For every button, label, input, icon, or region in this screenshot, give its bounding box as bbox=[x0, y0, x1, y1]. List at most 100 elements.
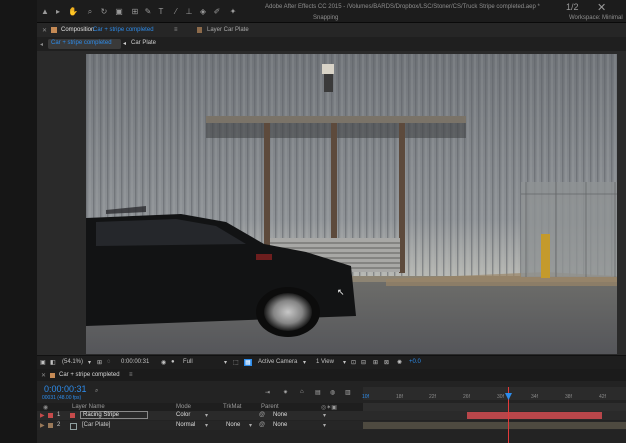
frame-blending-icon[interactable]: ▤ bbox=[315, 389, 321, 396]
lock-icon[interactable]: ◂ bbox=[40, 41, 43, 48]
layer-name[interactable]: [Car Plate] bbox=[82, 422, 110, 428]
parent-header: Parent bbox=[261, 404, 279, 410]
brush-tool-icon[interactable]: ⁄ bbox=[172, 8, 180, 16]
fast-preview-icon[interactable]: ⊟ bbox=[361, 359, 366, 366]
pixel-aspect-icon[interactable]: ⊡ bbox=[351, 359, 356, 366]
layer-tab[interactable]: Layer Car Plate bbox=[207, 27, 249, 33]
camera-select[interactable]: Active Camera bbox=[258, 359, 297, 365]
layer-bar[interactable] bbox=[467, 412, 602, 419]
chevron-down-icon[interactable]: ▾ bbox=[323, 422, 326, 429]
rotate-tool-icon[interactable]: ↻ bbox=[100, 8, 108, 16]
expand-icon[interactable]: ▶ bbox=[40, 422, 45, 429]
table-row[interactable]: ▶ 2 [Car Plate] Normal ▾ None ▾ @ None ▾ bbox=[37, 421, 626, 430]
always-preview-icon[interactable]: ▣ bbox=[40, 359, 46, 366]
panel-tab-bar: ✕ Composition Car + stripe completed ≡ L… bbox=[37, 23, 626, 37]
color-channel-icon[interactable]: ● bbox=[171, 359, 175, 365]
app-toolbar: ▲ ▸ ✋ ⌕ ↻ ▣ ⊞ ✎ T ⁄ ⊥ ◈ ✐ ✦ Adobe After … bbox=[37, 0, 626, 23]
ruler-start: 10f bbox=[362, 394, 369, 400]
chevron-down-icon[interactable]: ▾ bbox=[224, 359, 227, 366]
mask-icon[interactable]: ◌ bbox=[107, 359, 111, 365]
chevron-down-icon[interactable]: ▾ bbox=[88, 359, 91, 366]
exposure-value[interactable]: +0.0 bbox=[409, 359, 421, 365]
current-time[interactable]: 0:00:00:31 bbox=[121, 359, 149, 365]
workspace-select[interactable]: Minimal bbox=[602, 15, 623, 21]
layer-mode[interactable]: Normal bbox=[176, 422, 195, 428]
solid-layer-icon bbox=[70, 413, 75, 418]
region-icon[interactable]: ◧ bbox=[50, 359, 56, 366]
hand-tool-icon[interactable]: ✋ bbox=[68, 8, 78, 16]
chevron-down-icon[interactable]: ▾ bbox=[205, 412, 208, 419]
timeline-tab[interactable]: Car + stripe completed bbox=[59, 372, 120, 378]
comp-mini-flowchart-icon[interactable]: ⇥ bbox=[265, 389, 270, 396]
chevron-down-icon[interactable]: ▾ bbox=[205, 422, 208, 429]
region-of-interest-icon[interactable]: ⬚ bbox=[233, 359, 239, 366]
layer-name[interactable]: Racing Stripe bbox=[80, 411, 148, 419]
chevron-down-icon[interactable]: ▾ bbox=[249, 422, 252, 429]
composition-frame[interactable]: ↖ bbox=[86, 54, 617, 354]
zoom-select[interactable]: (54.1%) bbox=[62, 359, 83, 365]
eye-icon: ◉ bbox=[43, 405, 49, 411]
pan-behind-tool-icon[interactable]: ⊞ bbox=[131, 8, 139, 16]
composition-icon bbox=[50, 373, 55, 378]
work-area-bar[interactable] bbox=[363, 403, 626, 411]
close-icon[interactable]: ✕ bbox=[42, 27, 47, 34]
breadcrumb-item-1[interactable]: Car + stripe completed bbox=[51, 40, 112, 46]
zoom-tool-icon[interactable]: ⌕ bbox=[86, 8, 94, 16]
label-color-icon[interactable] bbox=[48, 413, 53, 418]
text-tool-icon[interactable]: T bbox=[157, 8, 165, 16]
chevron-down-icon[interactable]: ▾ bbox=[343, 359, 346, 366]
grid-icon[interactable]: ⊞ bbox=[97, 359, 102, 366]
layer-trkmat[interactable]: None bbox=[226, 422, 240, 428]
chevron-down-icon[interactable]: ▾ bbox=[303, 359, 306, 366]
layer-parent[interactable]: None bbox=[273, 422, 287, 428]
exposure-icon[interactable]: ✺ bbox=[397, 359, 402, 366]
composition-tab-prefix[interactable]: Composition bbox=[61, 27, 94, 33]
resolution-select[interactable]: Full bbox=[183, 359, 193, 365]
layer-name-header[interactable]: Layer Name bbox=[72, 404, 105, 410]
table-row[interactable]: ▶ 1 Racing Stripe Color ▾ @ None ▾ bbox=[37, 411, 626, 420]
search-icon[interactable]: ⌕ bbox=[95, 388, 98, 395]
selection-tool-icon[interactable]: ▸ bbox=[54, 8, 62, 16]
layer-number: 1 bbox=[57, 412, 61, 418]
ruler-tick: 22f bbox=[429, 394, 436, 400]
snapshot-icon[interactable]: ◉ bbox=[161, 359, 166, 366]
camera-tool-icon[interactable]: ▣ bbox=[115, 8, 123, 16]
expand-icon[interactable]: ▶ bbox=[40, 412, 45, 419]
close-icon[interactable]: ✕ bbox=[597, 1, 606, 14]
timeline-icon[interactable]: ⊞ bbox=[373, 359, 378, 366]
composition-tab-name[interactable]: Car + stripe completed bbox=[93, 27, 154, 33]
composition-breadcrumb: ◂ Car + stripe completed ◂ Car Plate bbox=[37, 37, 626, 51]
timeline-timecode[interactable]: 0:00:00:31 bbox=[44, 384, 87, 394]
breadcrumb-item-2[interactable]: Car Plate bbox=[131, 40, 156, 46]
composition-icon bbox=[51, 27, 57, 33]
layer-parent[interactable]: None bbox=[273, 412, 287, 418]
breadcrumb-arrow-icon: ◂ bbox=[123, 41, 127, 47]
layer-mode[interactable]: Color bbox=[176, 412, 190, 418]
eraser-tool-icon[interactable]: ◈ bbox=[199, 8, 207, 16]
pen-tool-icon[interactable]: ✎ bbox=[144, 8, 152, 16]
home-icon[interactable]: ▲ bbox=[41, 8, 49, 16]
flowchart-icon[interactable]: ⊠ bbox=[384, 359, 389, 366]
car-plate-footage bbox=[86, 54, 617, 354]
shy-icon[interactable]: ⌂ bbox=[300, 389, 304, 395]
pickwhip-icon[interactable]: @ bbox=[259, 412, 265, 418]
column-header: ◉ Layer Name Mode TrkMat Parent ◎✶▣ bbox=[37, 403, 363, 411]
panel-menu-icon[interactable]: ≡ bbox=[174, 27, 178, 33]
close-icon[interactable]: ✕ bbox=[41, 372, 46, 379]
label-color-icon[interactable] bbox=[48, 423, 53, 428]
roto-tool-icon[interactable]: ✐ bbox=[213, 8, 221, 16]
mode-header: Mode bbox=[176, 404, 192, 410]
graph-editor-icon[interactable]: ▥ bbox=[345, 389, 351, 396]
draft-3d-icon[interactable]: ✷ bbox=[283, 389, 288, 396]
snapping-label[interactable]: Snapping bbox=[313, 15, 338, 21]
view-layout-select[interactable]: 1 View bbox=[316, 359, 334, 365]
panel-menu-icon[interactable]: ≡ bbox=[129, 372, 133, 378]
motion-blur-icon[interactable]: ◍ bbox=[330, 389, 335, 396]
page-indicator: 1/2 bbox=[566, 2, 579, 12]
clone-tool-icon[interactable]: ⊥ bbox=[185, 8, 193, 16]
chevron-down-icon[interactable]: ▾ bbox=[323, 412, 326, 419]
pickwhip-icon[interactable]: @ bbox=[259, 422, 265, 428]
transparency-grid-icon[interactable]: ▦ bbox=[244, 359, 252, 366]
puppet-tool-icon[interactable]: ✦ bbox=[229, 8, 237, 16]
layer-bar[interactable] bbox=[363, 422, 626, 429]
